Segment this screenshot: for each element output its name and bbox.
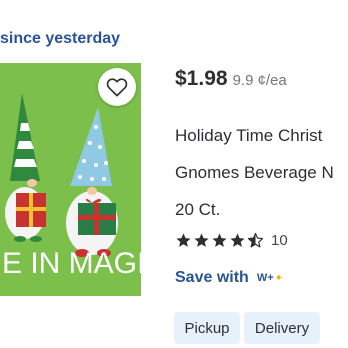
star-icon [176, 233, 191, 247]
price: $1.98 [175, 67, 228, 90]
heart-outline-icon [106, 78, 128, 97]
pickup-chip[interactable]: Pickup [174, 312, 240, 344]
walmart-plus-icon: W+✦ [256, 272, 284, 284]
save-with-walmart-plus[interactable]: Save with W+✦ [175, 269, 283, 287]
product-title-line: 20 Ct. [175, 200, 221, 219]
product-title-line: Gnomes Beverage N [175, 163, 334, 182]
image-caption: E IN MAGIC [2, 247, 141, 280]
star-icon [212, 233, 227, 247]
delivery-chip[interactable]: Delivery [244, 312, 320, 344]
price-row: $1.98 9.9 ¢/ea [175, 67, 287, 91]
star-icon [194, 233, 209, 247]
since-yesterday-text: since yesterday [0, 30, 121, 47]
product-title[interactable]: Holiday Time Christ Gnomes Beverage N 20… [175, 117, 348, 228]
review-count[interactable]: 10 [271, 232, 288, 249]
membership-mark: W+ [256, 272, 274, 284]
star-half-icon [247, 232, 264, 248]
rating: 10 [175, 232, 288, 249]
star-icon [230, 233, 245, 247]
favorite-button[interactable] [98, 68, 136, 106]
product-title-line: Holiday Time Christ [175, 126, 323, 145]
save-with-label: Save with [175, 269, 249, 286]
star-rating [175, 232, 265, 249]
unit-price: 9.9 ¢/ea [232, 72, 287, 89]
